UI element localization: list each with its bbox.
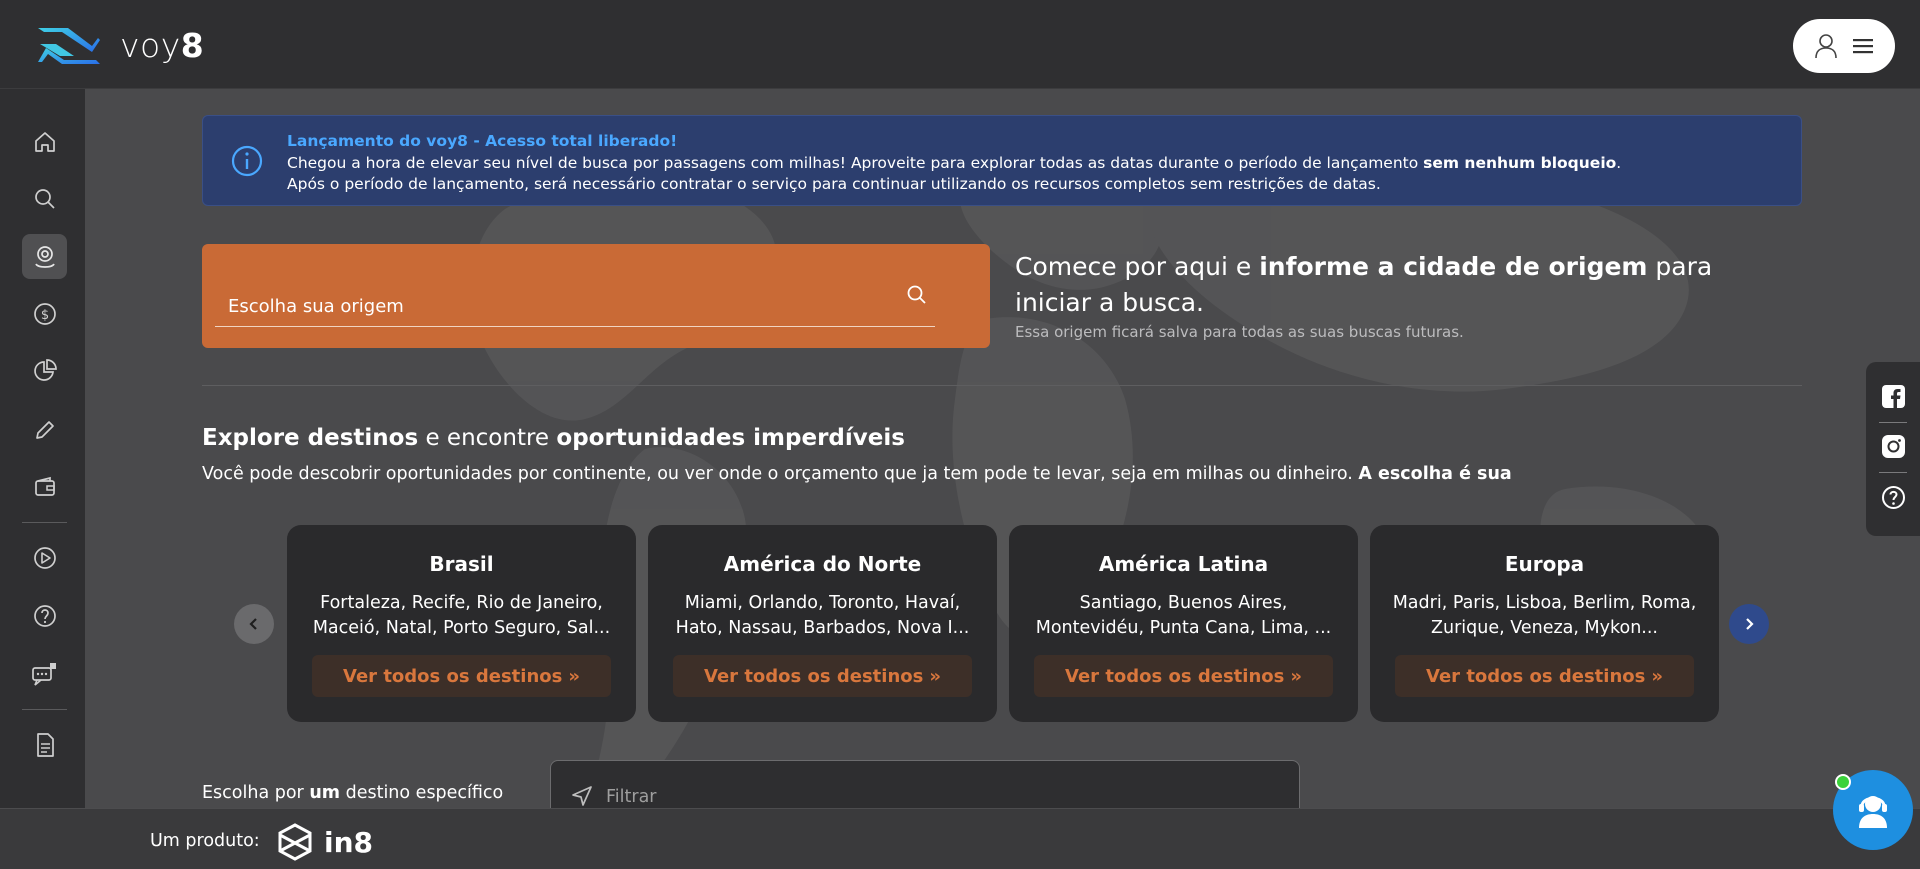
see-all-destinations-button[interactable]: Ver todos os destinos» <box>1395 655 1694 697</box>
info-icon <box>231 145 263 177</box>
see-all-destinations-button[interactable]: Ver todos os destinos» <box>1034 655 1333 697</box>
sidebar-item-search[interactable] <box>22 176 67 221</box>
sidebar-item-videos[interactable] <box>22 535 67 580</box>
footer: Um produto: in8 <box>0 808 1920 869</box>
carousel-next-button[interactable] <box>1729 604 1769 644</box>
wallet-icon <box>34 476 55 496</box>
hamburger-menu-icon[interactable] <box>1852 37 1874 55</box>
home-icon <box>34 131 55 152</box>
see-all-destinations-button[interactable]: Ver todos os destinos» <box>312 655 611 697</box>
sidebar-item-wallet[interactable] <box>22 464 67 509</box>
user-icon[interactable] <box>1814 33 1838 59</box>
carousel-prev-button[interactable] <box>234 604 274 644</box>
brand-name: voy8 <box>120 25 205 65</box>
facebook-icon[interactable] <box>1881 384 1906 409</box>
instagram-icon[interactable] <box>1881 434 1906 459</box>
online-status-indicator <box>1835 774 1851 790</box>
help-icon[interactable] <box>1881 485 1906 510</box>
social-divider <box>1879 472 1907 473</box>
launch-banner: Lançamento do voy8 - Acesso total libera… <box>202 115 1802 206</box>
user-menu-pill[interactable] <box>1793 19 1895 73</box>
pie-chart-icon <box>33 358 57 381</box>
double-chevron-right-icon: » <box>1651 665 1663 687</box>
card-title: América do Norte <box>723 552 922 576</box>
explore-title: Explore destinos e encontre oportunidade… <box>202 425 905 451</box>
see-all-destinations-button[interactable]: Ver todos os destinos» <box>673 655 972 697</box>
sidebar-item-stats[interactable] <box>22 348 67 393</box>
sidebar: $ <box>0 89 85 808</box>
in8-logo[interactable]: in8 <box>276 823 373 861</box>
in8-logo-mark-icon <box>278 823 312 861</box>
help-icon <box>33 604 56 627</box>
explore-subtitle: Você pode descobrir oportunidades por co… <box>202 464 1512 484</box>
destination-card-latin-america: América Latina Santiago, Buenos Aires, M… <box>1009 525 1358 722</box>
card-description: Madri, Paris, Lisboa, Berlim, Roma, Zuri… <box>1392 593 1697 638</box>
sidebar-item-help[interactable] <box>22 593 67 638</box>
voy8-logo[interactable]: voy8 <box>34 24 204 66</box>
support-agent-icon <box>1859 796 1887 828</box>
origin-input[interactable]: Escolha sua origem <box>215 283 935 327</box>
sidebar-divider <box>22 522 67 523</box>
social-links-panel <box>1866 362 1920 536</box>
card-description: Miami, Orlando, Toronto, Havaí, Hato, Na… <box>675 593 970 638</box>
svg-text:$: $ <box>40 308 48 323</box>
sidebar-item-community[interactable] <box>22 651 67 696</box>
destination-card-brasil: Brasil Fortaleza, Recife, Rio de Janeiro… <box>287 525 636 722</box>
card-description: Santiago, Buenos Aires, Montevidéu, Punt… <box>1035 593 1332 638</box>
card-title: Europa <box>1504 552 1585 576</box>
pencil-icon <box>35 420 54 439</box>
card-title: Brasil <box>429 552 494 576</box>
footer-label: Um produto: <box>150 831 260 851</box>
top-bar: voy8 <box>0 0 1920 89</box>
navigation-arrow-icon <box>572 786 592 806</box>
double-chevron-right-icon: » <box>568 665 580 687</box>
origin-search-box: Escolha sua origem <box>202 244 990 348</box>
sidebar-item-money[interactable]: $ <box>22 291 67 336</box>
destination-card-europe: Europa Madri, Paris, Lisboa, Berlim, Rom… <box>1370 525 1719 722</box>
social-divider <box>1879 422 1907 423</box>
search-icon[interactable] <box>906 284 928 306</box>
dollar-icon: $ <box>33 302 56 325</box>
play-icon <box>33 546 56 569</box>
filter-placeholder: Filtrar <box>606 787 657 807</box>
location-icon <box>34 245 55 268</box>
sidebar-item-documents[interactable] <box>22 722 67 767</box>
sidebar-item-destinations[interactable] <box>22 234 67 279</box>
origin-subtext: Essa origem ficará salva para todas as s… <box>1015 323 1464 341</box>
chat-bubbles-icon <box>31 662 56 686</box>
sidebar-divider <box>22 709 67 710</box>
double-chevron-right-icon: » <box>1290 665 1302 687</box>
banner-title: Lançamento do voy8 - Acesso total libera… <box>287 132 678 150</box>
in8-brand-name: in8 <box>324 825 374 859</box>
voy8-logo-mark-icon <box>38 28 100 64</box>
section-divider <box>202 385 1802 386</box>
destination-card-north-america: América do Norte Miami, Orlando, Toronto… <box>648 525 997 722</box>
chevron-right-icon <box>1746 618 1754 630</box>
origin-headline: Comece por aqui e informe a cidade de or… <box>1015 252 1713 317</box>
specific-destination-label: Escolha por um destino específico <box>202 783 504 803</box>
search-icon <box>34 188 55 209</box>
chevron-left-icon <box>249 618 257 630</box>
card-description: Fortaleza, Recife, Rio de Janeiro, Macei… <box>312 593 611 638</box>
document-icon <box>36 732 54 757</box>
double-chevron-right-icon: » <box>929 665 941 687</box>
origin-input-placeholder: Escolha sua origem <box>228 296 404 317</box>
sidebar-item-edit[interactable] <box>22 407 67 452</box>
card-title: América Latina <box>1098 552 1269 576</box>
banner-text: Chegou a hora de elevar seu nível de bus… <box>287 154 1622 193</box>
sidebar-item-home[interactable] <box>22 119 67 164</box>
